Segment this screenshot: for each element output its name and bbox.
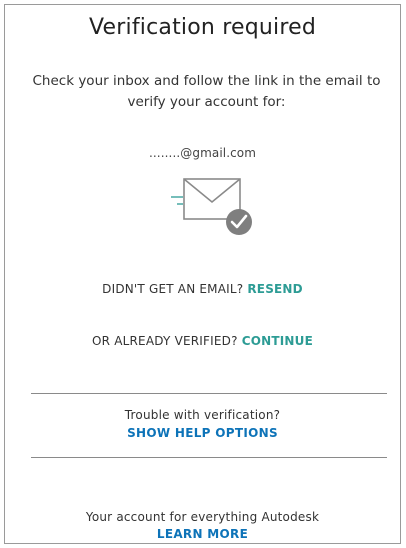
continue-link[interactable]: CONTINUE (242, 334, 313, 348)
masked-email: ........@gmail.com (148, 146, 257, 160)
footer-text: Your account for everything Autodesk (85, 510, 320, 524)
resend-row: DIDN'T GET AN EMAIL? RESEND (5, 282, 400, 296)
resend-link[interactable]: RESEND (247, 282, 302, 296)
learn-more-link[interactable]: LEARN MORE (157, 527, 248, 541)
resend-prompt: DIDN'T GET AN EMAIL? (102, 282, 244, 296)
continue-prompt: OR ALREADY VERIFIED? (92, 334, 238, 348)
envelope-check-icon (171, 171, 261, 241)
divider-top (31, 393, 387, 394)
learn-more-row: LEARN MORE (5, 527, 400, 541)
instructions-text: Check your inbox and follow the link in … (32, 73, 381, 110)
verification-dialog: Verification required Check your inbox a… (4, 4, 401, 544)
divider-bottom (31, 457, 387, 458)
help-link-row: SHOW HELP OPTIONS (5, 426, 400, 440)
show-help-options-link[interactable]: SHOW HELP OPTIONS (127, 426, 278, 440)
page-title: Verification required (89, 15, 316, 40)
help-prompt: Trouble with verification? (124, 408, 281, 422)
continue-row: OR ALREADY VERIFIED? CONTINUE (5, 334, 400, 348)
